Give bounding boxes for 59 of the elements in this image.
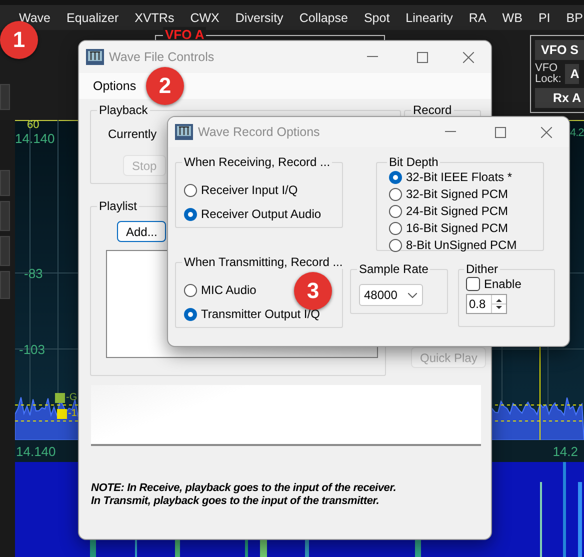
rx-antenna-button[interactable]: Rx A xyxy=(535,88,584,108)
window-title: Wave File Controls xyxy=(109,50,214,64)
radio-button[interactable]: 24-Bit Signed PCM xyxy=(389,204,508,218)
button[interactable]: Add... xyxy=(117,221,166,242)
step-badge: 1 xyxy=(0,21,38,59)
menu-item[interactable]: CWX xyxy=(183,10,228,24)
group-title: When Transmitting, Record ... xyxy=(183,255,344,269)
group-title: Dither xyxy=(465,262,500,276)
menu-item[interactable]: Collapse xyxy=(292,10,357,24)
menu-item[interactable]: Diversity xyxy=(228,10,292,24)
chevron-down-icon xyxy=(408,292,417,298)
radio-button[interactable]: 32-Bit IEEE Floats * xyxy=(389,170,512,184)
window-title: Wave Record Options xyxy=(198,125,320,139)
frequency-label: 14.2 xyxy=(552,444,578,458)
lock-label: VFO Lock: xyxy=(535,63,562,85)
menu-item[interactable]: BP xyxy=(559,10,584,24)
text-area[interactable] xyxy=(91,385,481,446)
minimize-icon[interactable] xyxy=(366,56,378,58)
frequency-label: 14.140 xyxy=(15,131,55,146)
radio-button[interactable]: 16-Bit Signed PCM xyxy=(389,221,508,235)
scale-label: 60 xyxy=(27,119,40,131)
radio-button[interactable]: 32-Bit Signed PCM xyxy=(389,187,508,201)
enable-checkbox[interactable]: Enable xyxy=(466,277,522,291)
app-icon xyxy=(175,124,193,140)
radio-button[interactable]: Receiver Output Audio xyxy=(184,207,322,221)
radio-button[interactable]: Receiver Input I/Q xyxy=(184,183,298,197)
maximize-icon[interactable] xyxy=(416,52,428,62)
menu-item[interactable]: PI xyxy=(531,10,560,24)
app-icon xyxy=(86,49,104,65)
dither-spinbox[interactable]: 0.8 xyxy=(466,294,507,314)
close-icon[interactable] xyxy=(540,126,552,138)
maximize-icon[interactable] xyxy=(494,126,506,138)
note-text: NOTE: In Receive, playback goes to the input of the receiver. In Transmit, playback goes to the input of the transmitter. xyxy=(91,482,398,508)
group-title: Playback xyxy=(98,103,149,117)
radio-button[interactable]: MIC Audio xyxy=(184,283,256,297)
level-label: -103 xyxy=(19,342,46,357)
frequency-label: 14.140 xyxy=(16,444,56,458)
group-title: When Receiving, Record ... xyxy=(183,155,332,169)
menu-item[interactable]: Options xyxy=(93,79,136,93)
menu-item[interactable]: Equalizer xyxy=(60,10,128,24)
menu-item[interactable]: XVTRs xyxy=(128,10,184,24)
lock-button[interactable]: A xyxy=(565,64,580,84)
group-title: Bit Depth xyxy=(388,155,440,169)
minimize-icon[interactable] xyxy=(444,131,456,133)
menu-item[interactable]: WB xyxy=(495,10,532,24)
menu-item[interactable]: Spot xyxy=(356,10,399,24)
close-icon[interactable] xyxy=(462,52,474,62)
group-title: Record xyxy=(412,103,453,117)
sample-rate-dropdown[interactable]: 48000 xyxy=(359,284,423,306)
group-title: Playlist xyxy=(98,199,138,213)
radio-button[interactable]: 8-Bit UnSigned PCM xyxy=(389,238,517,252)
vfo-sync-button[interactable]: VFO S xyxy=(535,40,584,60)
menu-item[interactable]: RA xyxy=(462,10,496,24)
frequency-label: 4.2 xyxy=(570,127,584,139)
status-text: Currently xyxy=(108,127,157,141)
level-label: -83 xyxy=(24,266,43,281)
radio-button[interactable]: Transmitter Output I/Q xyxy=(184,307,320,321)
group-title: Sample Rate xyxy=(358,262,430,276)
menu-item[interactable]: Linearity xyxy=(398,10,462,24)
